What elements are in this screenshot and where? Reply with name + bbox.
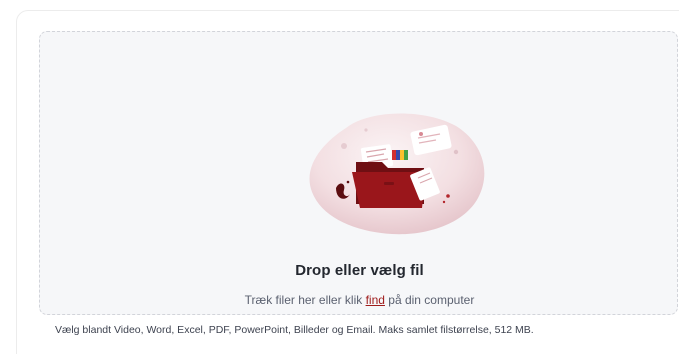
dropzone-title: Drop eller vælg fil (295, 262, 424, 279)
subtitle-text-after: på din computer (388, 293, 475, 307)
subtitle-text-before: Træk filer her eller klik (244, 293, 363, 307)
folder-with-documents-icon (309, 113, 485, 235)
find-link[interactable]: find (366, 293, 385, 307)
dropzone-subtitle: Træk filer her eller klik find på din co… (40, 293, 679, 307)
allowed-file-types-note: Vælg blandt Video, Word, Excel, PDF, Pow… (55, 324, 534, 336)
file-dropzone[interactable]: Drop eller vælg fil Træk filer her eller… (39, 31, 678, 315)
